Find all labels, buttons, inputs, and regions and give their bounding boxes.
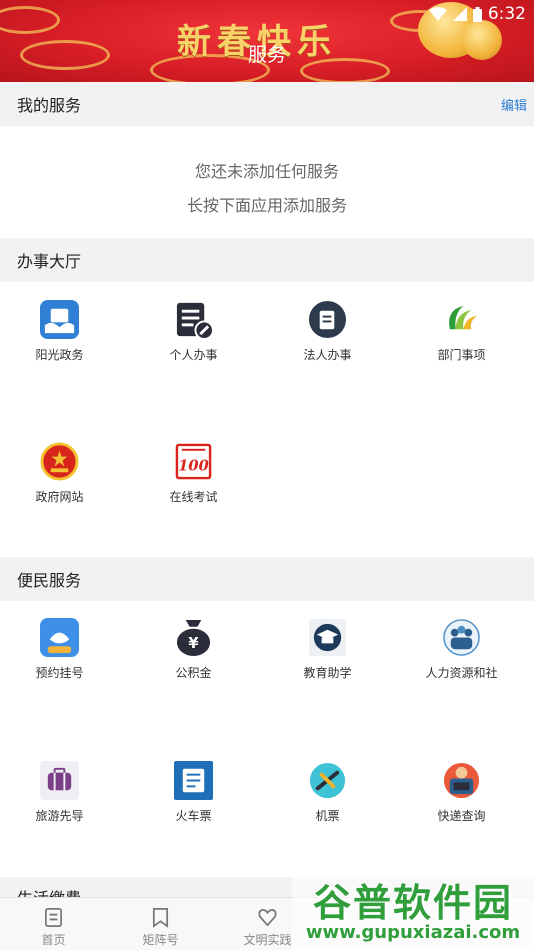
service-item-plane-ticket[interactable]: 机票 <box>261 761 394 861</box>
status-bar: 6:32 <box>428 4 526 24</box>
section-title: 办事大厅 <box>17 252 82 271</box>
service-label: 阳光政务 <box>35 348 84 362</box>
service-item-education[interactable]: 教育助学 <box>261 618 394 718</box>
service-label: 火车票 <box>175 809 212 823</box>
service-label: 法人办事 <box>303 348 352 362</box>
online-exam-icon: 100 <box>175 443 212 480</box>
watermark-text: 谷普软件园 <box>312 881 513 925</box>
home-icon <box>45 908 62 927</box>
service-item-appointment[interactable]: 预约挂号 <box>0 618 126 718</box>
site-watermark: 谷普软件园 www.gupuxiazai.com <box>292 866 534 950</box>
service-item-sunshine-affairs[interactable]: 阳光政务 <box>0 300 126 400</box>
government-emblem-icon <box>40 442 79 481</box>
personal-affairs-icon <box>176 302 213 339</box>
battery-icon <box>472 6 482 22</box>
section-title: 生活缴费 <box>17 885 81 897</box>
signal-icon <box>452 7 467 21</box>
department-items-icon <box>449 305 478 330</box>
tab-label: 首页 <box>41 933 66 947</box>
train-ticket-icon <box>174 761 213 800</box>
wifi-icon <box>428 7 447 21</box>
service-item-travel[interactable]: 旅游先导 <box>0 761 126 861</box>
service-item-human-resources[interactable]: 人力资源和社 <box>395 618 528 718</box>
hall-header: 办事大厅 <box>0 238 534 282</box>
my-services-header: 我的服务 编辑 <box>0 82 534 126</box>
empty-instruction: 长按下面应用添加服务 <box>186 196 347 215</box>
service-item-express-query[interactable]: 快递查询 <box>395 761 528 861</box>
service-label: 教育助学 <box>303 666 352 680</box>
corporate-affairs-icon <box>308 300 347 339</box>
page-title: 服务 <box>247 44 286 66</box>
svg-text:100: 100 <box>178 457 209 474</box>
service-item-corporate-affairs[interactable]: 法人办事 <box>261 300 394 400</box>
bookmark-icon <box>152 908 169 928</box>
cloud-decoration <box>0 6 60 34</box>
service-label: 预约挂号 <box>35 666 84 680</box>
status-time: 6:32 <box>487 4 526 24</box>
sunshine-affairs-icon <box>40 300 79 339</box>
watermark-url: www.gupuxiazai.com <box>305 922 521 943</box>
service-item-housing-fund[interactable]: ¥ 公积金 <box>127 618 260 718</box>
appointment-icon <box>40 618 79 657</box>
service-label: 政府网站 <box>35 490 84 504</box>
service-label: 部门事项 <box>437 348 486 362</box>
tab-home[interactable]: 首页 <box>0 898 107 950</box>
service-item-online-exam[interactable]: 100 在线考试 <box>127 442 260 542</box>
service-label: 公积金 <box>175 666 212 680</box>
tab-matrix[interactable]: 矩阵号 <box>107 898 214 950</box>
header-banner: 新春快乐 服务 6:32 <box>0 0 534 82</box>
human-resources-icon <box>443 619 480 656</box>
section-title: 我的服务 <box>17 96 82 115</box>
housing-fund-icon: ¥ <box>176 619 211 657</box>
service-item-department-items[interactable]: 部门事项 <box>395 300 528 400</box>
service-label: 人力资源和社 <box>425 666 498 680</box>
svg-text:¥: ¥ <box>188 635 198 652</box>
service-label: 个人办事 <box>169 348 218 362</box>
service-item-train-ticket[interactable]: 火车票 <box>127 761 260 861</box>
empty-hint: 您还未添加任何服务 <box>194 162 339 181</box>
service-label: 机票 <box>315 809 340 823</box>
tab-label: 矩阵号 <box>142 933 179 947</box>
service-item-personal-affairs[interactable]: 个人办事 <box>127 300 260 400</box>
travel-icon <box>40 761 79 800</box>
service-item-government-website[interactable]: 政府网站 <box>0 442 126 542</box>
convenience-header: 便民服务 <box>0 557 534 601</box>
education-icon <box>308 618 347 657</box>
service-label: 旅游先导 <box>35 809 84 823</box>
heart-icon <box>258 909 277 927</box>
service-label: 快递查询 <box>437 809 486 823</box>
edit-button[interactable]: 编辑 <box>501 95 527 114</box>
service-label: 在线考试 <box>169 490 218 504</box>
section-title: 便民服务 <box>17 571 82 590</box>
plane-ticket-icon <box>309 762 346 799</box>
express-query-icon <box>443 762 480 799</box>
